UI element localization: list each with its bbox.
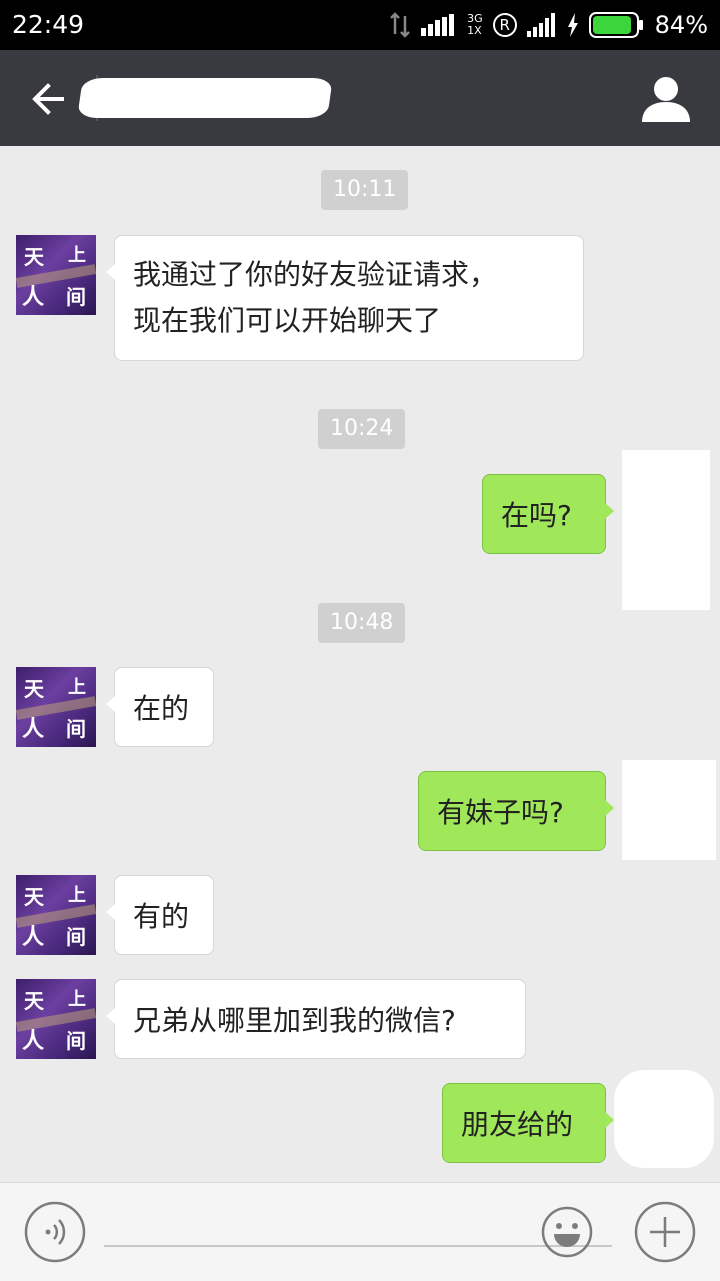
arrow-left-icon: [32, 83, 64, 115]
incoming-message[interactable]: 在的: [106, 667, 214, 747]
message-text: 有的: [133, 900, 190, 933]
battery-percent: 84%: [654, 11, 708, 39]
status-bar: 22:49 3G 1X R 84%: [0, 0, 720, 50]
cellular-signal-icon: [526, 13, 557, 37]
person-icon: [642, 77, 690, 122]
avatar-char: 上: [68, 245, 86, 266]
avatar-char: 人: [22, 1028, 45, 1054]
data-transfer-icon: [389, 12, 411, 38]
avatar-char: 上: [68, 885, 86, 906]
contact-avatar[interactable]: 天 上 人 间: [16, 235, 96, 315]
timestamp: 10:24: [318, 409, 406, 449]
self-avatar-redaction: [622, 450, 710, 610]
avatar-char: 上: [68, 677, 86, 698]
battery-icon: [588, 12, 645, 38]
avatar-char: 间: [66, 285, 86, 309]
status-time: 22:49: [12, 10, 85, 39]
message-line: 我通过了你的好友验证请求，: [133, 258, 498, 291]
contact-name-redaction: [77, 78, 333, 118]
contact-avatar[interactable]: 天 上 人 间: [16, 667, 96, 747]
avatar-char: 上: [68, 989, 86, 1010]
roaming-icon: R: [492, 13, 517, 37]
incoming-message[interactable]: 我通过了你的好友验证请求， 现在我们可以开始聊天了: [106, 235, 584, 361]
avatar-char: 人: [22, 924, 45, 950]
avatar-char: 间: [66, 925, 86, 949]
outgoing-message[interactable]: 有妹子吗?: [418, 771, 614, 851]
status-icons: 3G 1X R 84%: [389, 8, 708, 42]
avatar-char: 人: [22, 716, 45, 742]
incoming-message[interactable]: 有的: [106, 875, 214, 955]
input-bar: [0, 1182, 720, 1281]
voice-button[interactable]: [24, 1201, 86, 1263]
signal-bars-icon: [421, 14, 457, 36]
avatar-char: 天: [24, 989, 44, 1013]
incoming-message[interactable]: 兄弟从哪里加到我的微信?: [106, 979, 526, 1059]
network-type-1x: 1X: [467, 24, 482, 37]
emoji-icon: [541, 1206, 593, 1258]
voice-icon: [24, 1201, 86, 1263]
more-button[interactable]: [634, 1201, 696, 1263]
message-line: 现在我们可以开始聊天了: [133, 304, 442, 337]
chat-area[interactable]: 10:11 天 上 人 间 我通过了你的好友验证请求， 现在我们可以开始聊天了 …: [0, 146, 720, 1182]
message-text: 有妹子吗?: [437, 796, 564, 829]
avatar-char: 间: [66, 1029, 86, 1053]
charging-icon: [567, 13, 579, 37]
avatar-char: 人: [22, 284, 45, 310]
message-text: 在吗?: [501, 499, 572, 532]
back-button[interactable]: [24, 74, 74, 124]
contact-avatar[interactable]: 天 上 人 间: [16, 875, 96, 955]
chat-info-button[interactable]: [640, 74, 692, 126]
message-text: 兄弟从哪里加到我的微信?: [133, 1004, 456, 1037]
self-avatar-redaction: [622, 760, 716, 860]
message-text: 朋友给的: [461, 1108, 574, 1141]
self-avatar-redaction: [614, 1070, 714, 1168]
avatar-char: 天: [24, 885, 44, 909]
avatar-char: 天: [24, 677, 44, 701]
roaming-label: R: [499, 16, 510, 34]
emoji-button[interactable]: [536, 1201, 598, 1263]
outgoing-message[interactable]: 在吗?: [482, 474, 614, 554]
timestamp: 10:11: [321, 170, 409, 210]
avatar-char: 天: [24, 245, 44, 269]
plus-icon: [634, 1201, 696, 1263]
contact-avatar[interactable]: 天 上 人 间: [16, 979, 96, 1059]
timestamp: 10:48: [318, 603, 406, 643]
message-text: 在的: [133, 692, 190, 725]
outgoing-message[interactable]: 朋友给的: [442, 1083, 614, 1163]
avatar-char: 间: [66, 717, 86, 741]
network-type: 3G 1X: [467, 13, 483, 37]
